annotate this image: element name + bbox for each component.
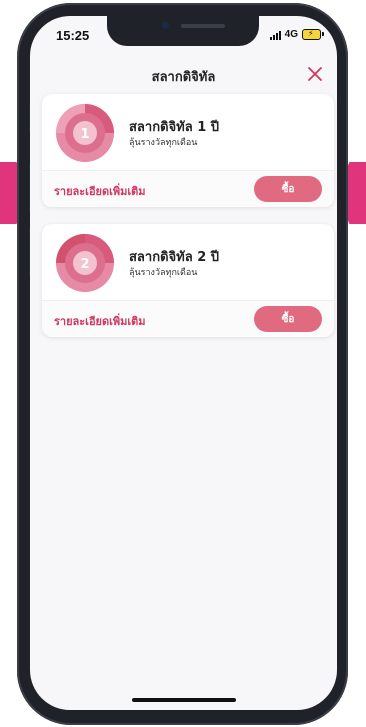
card-footer: รายละเอียดเพิ่มเติม ซื้อ xyxy=(42,301,334,337)
signal-icon xyxy=(269,30,281,40)
more-details-link[interactable]: รายละเอียดเพิ่มเติม xyxy=(54,182,146,200)
product-title: สลากดิจิทัล 2 ปี xyxy=(129,250,220,265)
speaker-grille xyxy=(181,24,225,28)
network-type: 4G xyxy=(284,29,298,40)
header: สลากดิจิทัล xyxy=(30,62,337,92)
lottery-badge-icon: 1 xyxy=(56,104,114,162)
lottery-badge-icon: 2 xyxy=(56,234,114,292)
buy-button[interactable]: ซื้อ xyxy=(254,176,322,202)
page-title: สลากดิจิทัล xyxy=(151,70,216,85)
status-time: 15:25 xyxy=(56,28,90,43)
phone-screen: 15:25 4G ⚡ สลากดิจิทัล 1 สลากดิจิทัล 1 ป… xyxy=(30,16,337,710)
close-icon[interactable] xyxy=(305,64,325,84)
home-indicator[interactable] xyxy=(132,698,236,702)
buy-button[interactable]: ซื้อ xyxy=(254,306,322,332)
stage: 15:25 4G ⚡ สลากดิจิทัล 1 สลากดิจิทัล 1 ป… xyxy=(0,0,366,727)
battery-icon: ⚡ xyxy=(302,29,324,40)
product-card-2: 2 สลากดิจิทัล 2 ปี ลุ้นรางวัลทุกเดือน รา… xyxy=(42,224,334,337)
more-details-link[interactable]: รายละเอียดเพิ่มเติม xyxy=(54,312,146,330)
product-title: สลากดิจิทัล 1 ปี xyxy=(129,120,220,135)
card-footer: รายละเอียดเพิ่มเติม ซื้อ xyxy=(42,171,334,207)
camera-icon xyxy=(162,22,169,29)
notch xyxy=(107,16,259,46)
product-subtitle: ลุ้นรางวัลทุกเดือน xyxy=(129,138,198,148)
badge-number: 1 xyxy=(80,127,89,142)
card-header[interactable]: 1 สลากดิจิทัล 1 ปี ลุ้นรางวัลทุกเดือน xyxy=(42,94,334,170)
card-header[interactable]: 2 สลากดิจิทัล 2 ปี ลุ้นรางวัลทุกเดือน xyxy=(42,224,334,300)
product-subtitle: ลุ้นรางวัลทุกเดือน xyxy=(129,268,198,278)
status-icons: 4G ⚡ xyxy=(269,29,324,40)
product-card-1: 1 สลากดิจิทัล 1 ปี ลุ้นรางวัลทุกเดือน รา… xyxy=(42,94,334,207)
badge-number: 2 xyxy=(80,257,89,272)
